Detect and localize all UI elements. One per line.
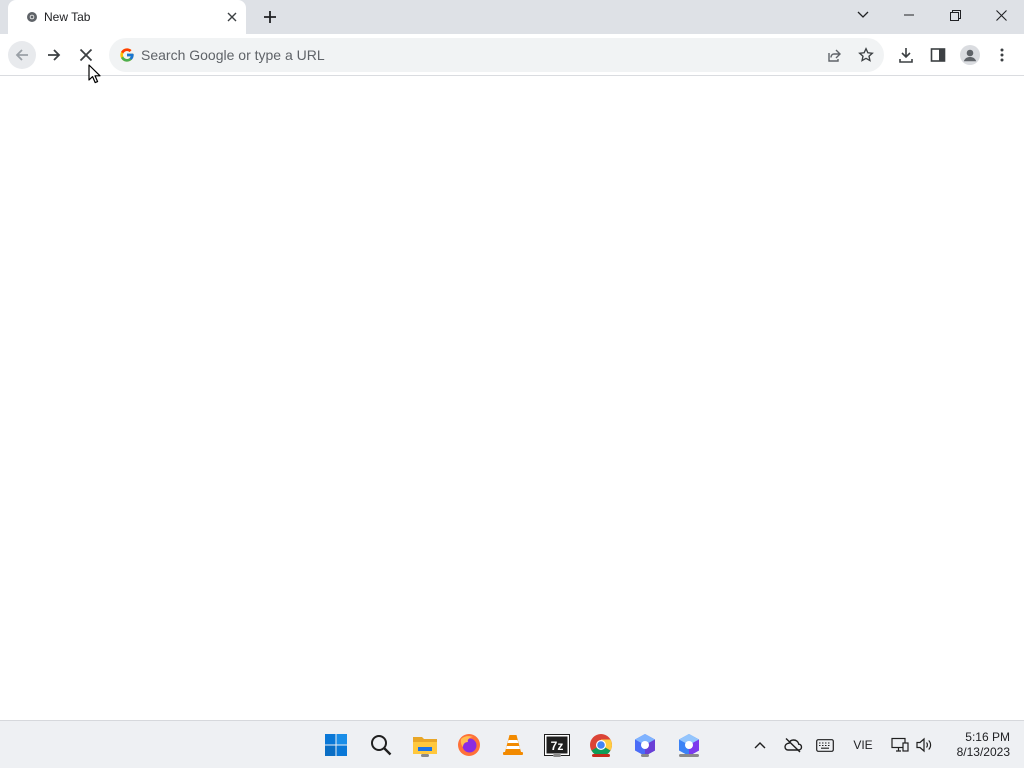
tab-new-tab[interactable]: New Tab [8, 0, 246, 34]
running-indicator [679, 754, 699, 757]
language-indicator[interactable]: VIE [848, 733, 878, 757]
search-icon[interactable] [365, 729, 397, 761]
downloads-icon[interactable] [892, 41, 920, 69]
clock-date: 8/13/2023 [956, 745, 1010, 759]
tab-search-chevron-icon[interactable] [840, 0, 886, 30]
profile-avatar-icon[interactable] [956, 41, 984, 69]
tab-close-icon[interactable] [222, 7, 242, 27]
tab-strip: New Tab [0, 0, 1024, 34]
close-window-icon[interactable] [978, 0, 1024, 30]
restore-icon[interactable] [932, 0, 978, 30]
windows-start-icon[interactable] [320, 729, 352, 761]
chevron-up-icon[interactable] [750, 733, 770, 757]
chrome-favicon-icon [24, 9, 40, 25]
toolbar [0, 34, 1024, 76]
tab-title: New Tab [44, 10, 91, 24]
omnibox[interactable] [109, 38, 884, 72]
mouse-cursor-icon [88, 64, 102, 84]
menu-kebab-icon[interactable] [988, 41, 1016, 69]
firefox-icon[interactable] [453, 729, 485, 761]
minimize-icon[interactable] [886, 0, 932, 30]
file-explorer-icon[interactable] [409, 729, 441, 761]
app-2-icon[interactable] [673, 729, 705, 761]
omnibox-input[interactable] [141, 38, 821, 72]
back-button[interactable] [8, 41, 36, 69]
svg-text:7z: 7z [551, 739, 564, 753]
clock-time: 5:16 PM [965, 730, 1010, 744]
side-panel-icon[interactable] [924, 41, 952, 69]
taskbar: 7z VIE 5:16 PM 8/13/2023 [0, 720, 1024, 768]
new-tab-button[interactable] [258, 5, 282, 29]
keyboard-icon[interactable] [814, 733, 836, 757]
network-icon[interactable] [889, 733, 911, 757]
running-indicator [641, 754, 649, 757]
share-icon[interactable] [823, 43, 847, 67]
chrome-icon[interactable] [585, 729, 617, 761]
volume-icon[interactable] [913, 733, 935, 757]
google-g-icon [119, 47, 135, 63]
active-indicator [592, 754, 610, 757]
running-indicator [553, 754, 561, 757]
vlc-icon[interactable] [497, 729, 529, 761]
7zip-icon[interactable]: 7z [541, 729, 573, 761]
app-1-icon[interactable] [629, 729, 661, 761]
onedrive-offline-icon[interactable] [782, 733, 804, 757]
forward-button[interactable] [40, 41, 68, 69]
bookmark-star-icon[interactable] [854, 43, 878, 67]
running-indicator [421, 754, 429, 757]
clock[interactable]: 5:16 PM 8/13/2023 [944, 730, 1010, 760]
browser-window: New Tab [0, 0, 1024, 720]
